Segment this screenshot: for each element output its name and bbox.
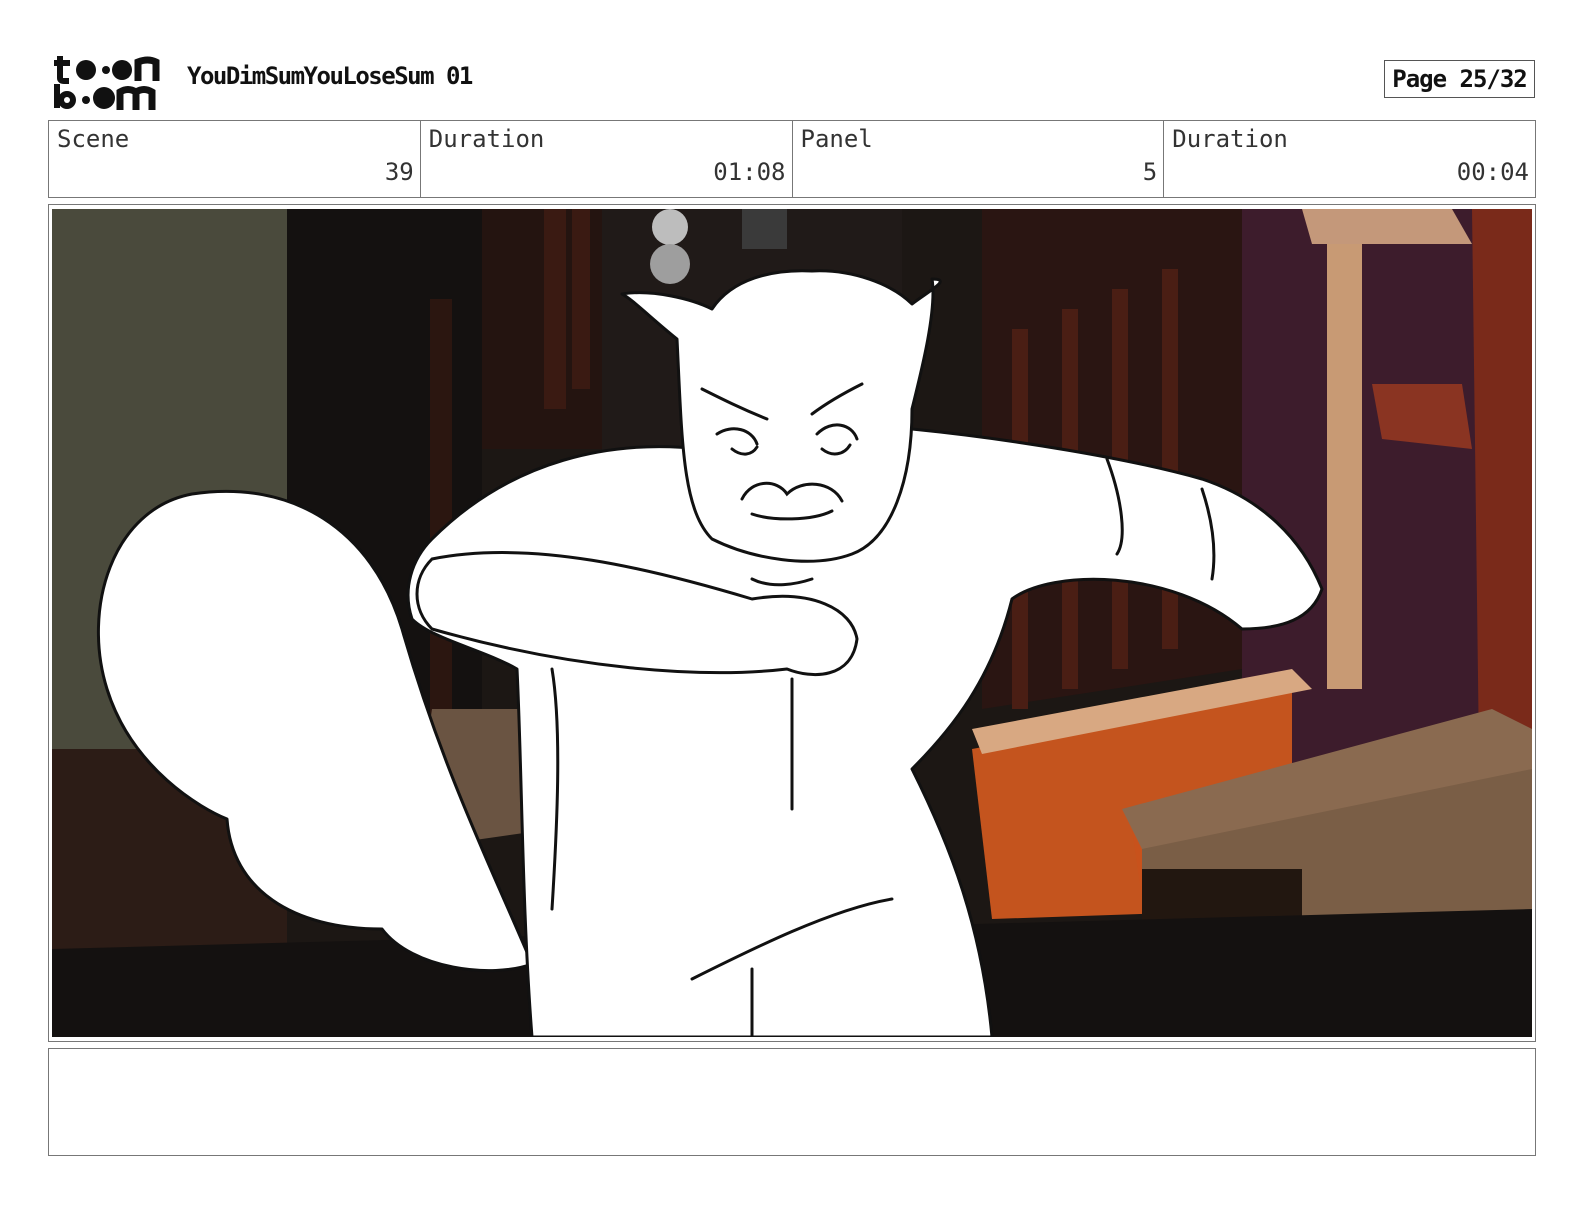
scene-value: 39	[384, 158, 414, 186]
scene-cell: Scene 39	[49, 121, 421, 197]
scene-info-row: Scene 39 Duration 01:08 Panel 5 Duration…	[48, 120, 1536, 198]
panel-duration-label: Duration	[1172, 125, 1288, 153]
panel-cell: Panel 5	[793, 121, 1165, 197]
page-indicator: Page 25/32	[1384, 60, 1535, 98]
toon-boom-logo	[54, 56, 160, 110]
panel-value: 5	[1142, 158, 1158, 186]
scene-duration-cell: Duration 01:08	[421, 121, 793, 197]
storyboard-panel-image	[52, 209, 1532, 1037]
project-title: YouDimSumYouLoseSum 01	[187, 62, 473, 90]
scene-duration-value: 01:08	[713, 158, 786, 186]
panel-label: Panel	[800, 125, 873, 153]
scene-label: Scene	[57, 125, 130, 153]
scene-duration-label: Duration	[428, 125, 545, 153]
storyboard-panel-frame	[48, 204, 1536, 1042]
panel-duration-cell: Duration 00:04	[1164, 121, 1535, 197]
panel-duration-value: 00:04	[1456, 158, 1529, 186]
panel-notes-box	[48, 1048, 1536, 1156]
